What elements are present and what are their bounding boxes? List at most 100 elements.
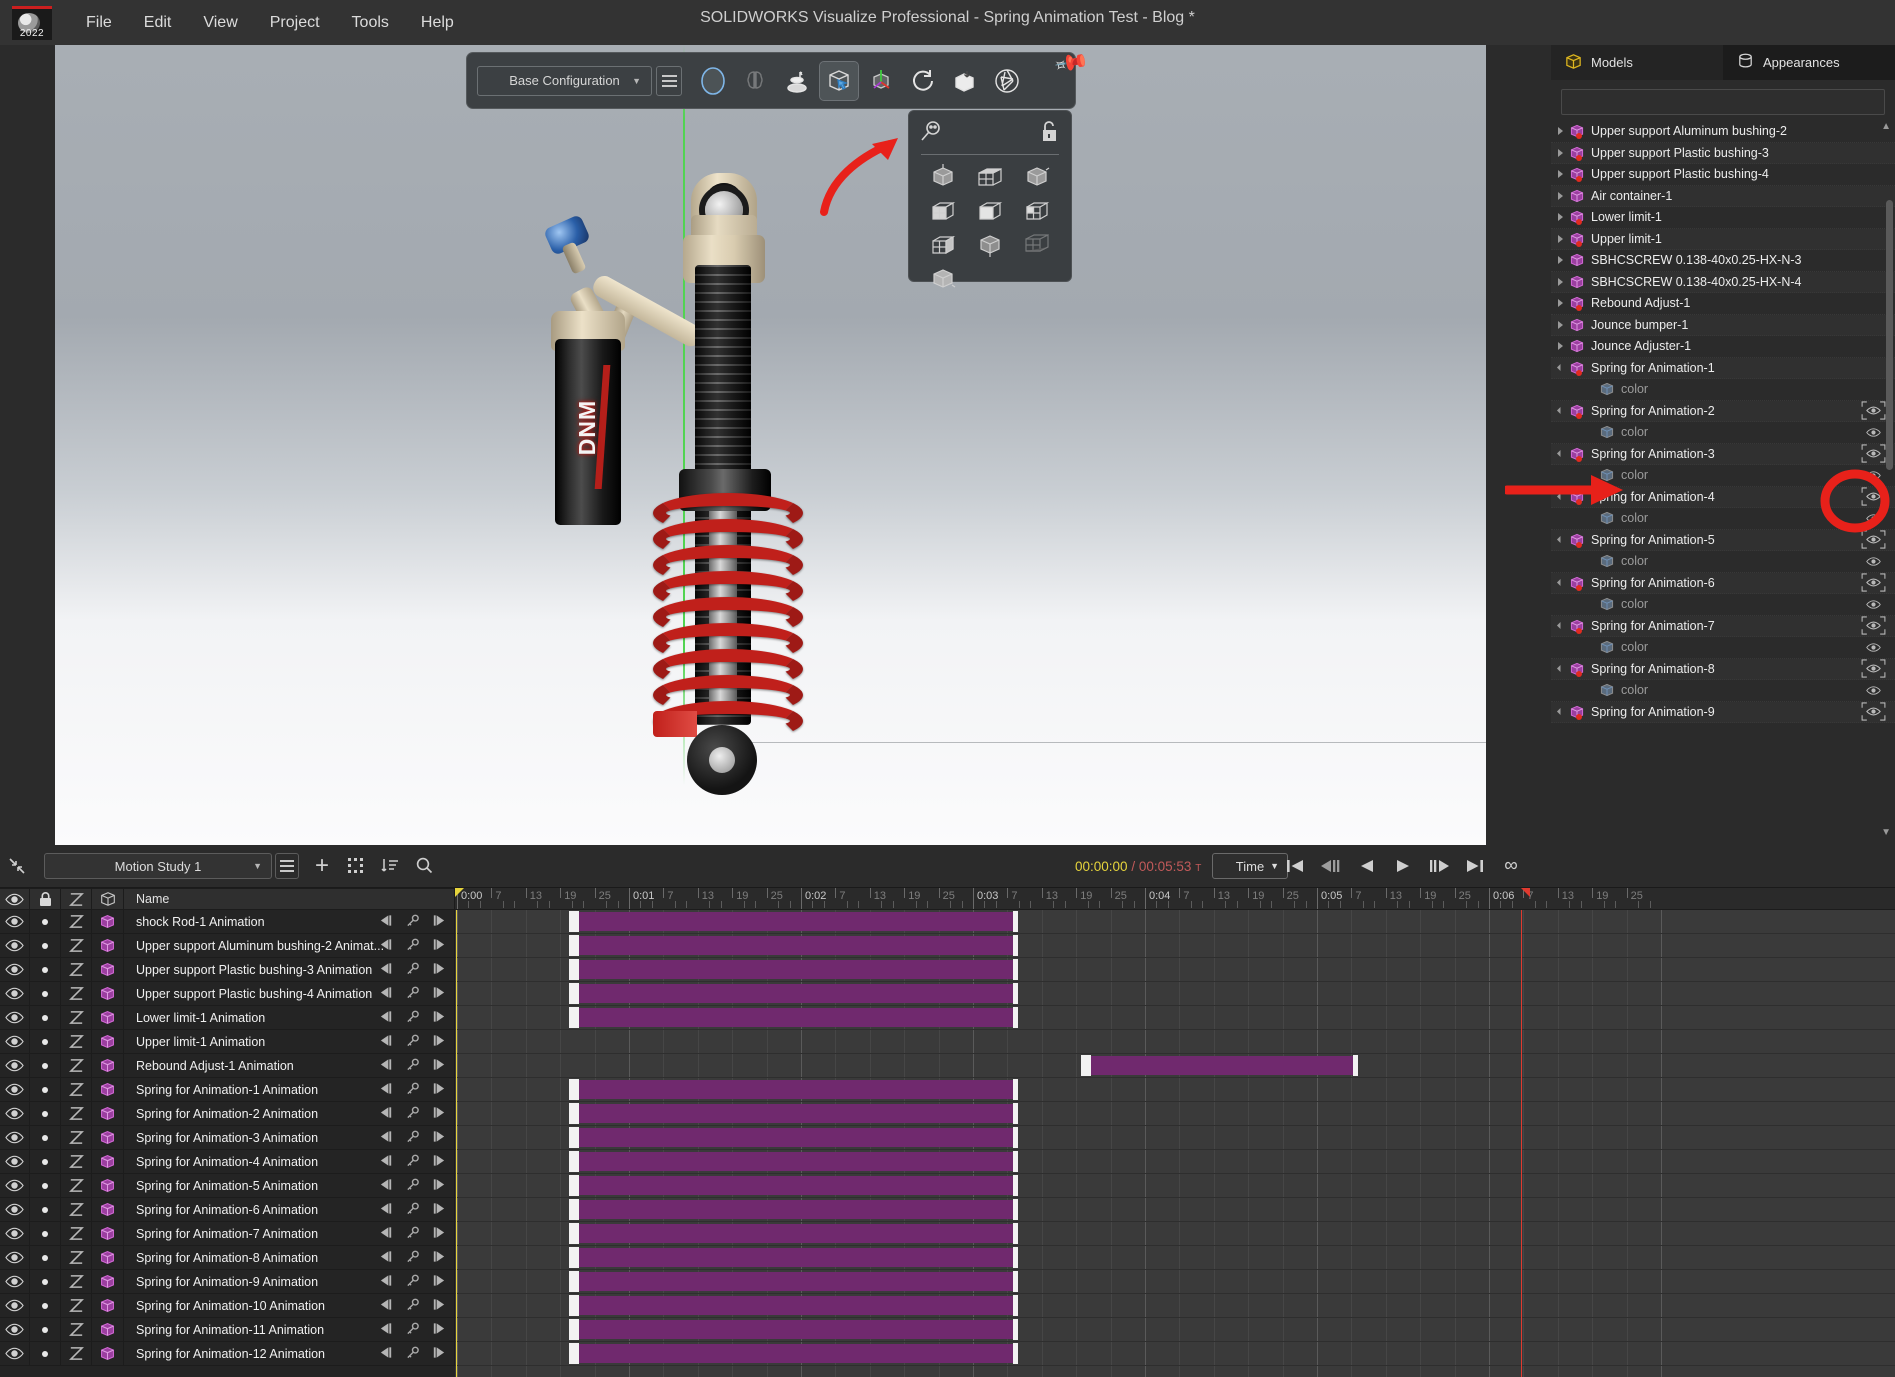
step-back-icon[interactable] [1314,852,1348,880]
track-visibility-icon[interactable] [0,1030,30,1054]
track-lock-dot[interactable] [30,934,61,958]
menu-edit[interactable]: Edit [128,8,188,38]
timeline-track[interactable] [455,1342,1895,1366]
configuration-select[interactable]: Base Configuration ▼ [477,66,652,96]
track-visibility-icon[interactable] [0,1246,30,1270]
grid-icon[interactable] [339,852,373,880]
track-geometry-icon[interactable] [92,1246,124,1270]
prev-keyframe-icon[interactable] [379,1154,394,1170]
keyframe-marker[interactable] [1013,1079,1018,1100]
tab-models[interactable]: Models [1551,45,1723,80]
scroll-down-icon[interactable]: ▼ [1881,827,1891,838]
track-geometry-icon[interactable] [92,1126,124,1150]
view-left-front-icon[interactable] [928,197,958,225]
tree-row[interactable]: Spring for Animation-6 [1551,573,1895,595]
animation-clip[interactable] [575,912,1015,931]
tree-row[interactable]: Spring for Animation-7 [1551,616,1895,638]
track-visibility-icon[interactable] [0,1294,30,1318]
view-top-icon[interactable] [928,163,958,191]
keyframe-marker[interactable] [1013,1271,1018,1292]
next-keyframe-icon[interactable] [431,1130,446,1146]
animation-clip[interactable] [575,1296,1015,1315]
tree-child-row[interactable]: color [1551,594,1895,616]
prev-keyframe-icon[interactable] [379,1226,394,1242]
keyframe-marker[interactable] [1013,959,1018,980]
keyframe-marker[interactable] [1013,1007,1018,1028]
scroll-up-icon[interactable]: ▲ [1881,121,1891,132]
view-bottom-right-icon[interactable] [928,265,958,293]
keyframe-marker[interactable] [1013,911,1018,932]
timeline-track[interactable] [455,1078,1895,1102]
track-visibility-icon[interactable] [0,1054,30,1078]
timeline-track[interactable] [455,1294,1895,1318]
animation-clip[interactable] [575,1128,1015,1147]
manipulator-axis-icon[interactable] [862,62,900,100]
next-keyframe-icon[interactable] [431,1226,446,1242]
prev-keyframe-icon[interactable] [379,1106,394,1122]
tree-expander[interactable] [1551,278,1569,286]
track-visibility-icon[interactable] [0,1102,30,1126]
column-geometry-icon[interactable] [92,888,124,910]
next-keyframe-icon[interactable] [431,1106,446,1122]
isolate-visibility-icon[interactable] [1861,401,1887,420]
animation-clip[interactable] [575,1080,1015,1099]
track-geometry-icon[interactable] [92,1030,124,1054]
tree-child-row[interactable]: color [1551,465,1895,487]
tree-expander[interactable] [1551,149,1569,157]
visibility-eye-icon[interactable] [1866,427,1881,438]
prev-keyframe-icon[interactable] [379,1010,394,1026]
tree-expander[interactable] [1551,451,1569,456]
keyframe-marker[interactable] [1013,1343,1018,1364]
turntable-icon[interactable] [778,62,816,100]
keyframe-marker[interactable] [1013,1175,1018,1196]
skip-to-start-icon[interactable] [1278,852,1312,880]
model-search-input[interactable] [1561,89,1885,115]
track-z-icon[interactable] [61,1102,92,1126]
next-keyframe-icon[interactable] [431,1274,446,1290]
tree-child-row[interactable]: color [1551,379,1895,401]
tree-row[interactable]: Spring for Animation-8 [1551,659,1895,681]
track-lock-dot[interactable] [30,982,61,1006]
add-keyframe-icon[interactable] [405,1130,420,1146]
tree-expander[interactable] [1551,192,1569,200]
track-z-icon[interactable] [61,1270,92,1294]
track-visibility-icon[interactable] [0,934,30,958]
add-keyframe-icon[interactable] [405,1202,420,1218]
track-geometry-icon[interactable] [92,1342,124,1366]
track-visibility-icon[interactable] [0,1342,30,1366]
timeline-track[interactable] [455,1030,1895,1054]
add-keyframe-icon[interactable] [405,1010,420,1026]
track-lock-dot[interactable] [30,1054,61,1078]
view-right-top-icon[interactable] [1022,163,1052,191]
tree-expander[interactable] [1551,537,1569,542]
isolate-visibility-icon[interactable] [1861,616,1887,635]
keyframe-marker[interactable] [1013,935,1018,956]
track-lock-dot[interactable] [30,1126,61,1150]
animation-clip[interactable] [575,1344,1015,1363]
menu-view[interactable]: View [187,8,253,38]
keyframe-marker[interactable] [574,1103,579,1124]
timeline-track[interactable] [455,1270,1895,1294]
keyframe-marker[interactable] [574,1271,579,1292]
keyframe-marker[interactable] [1013,983,1018,1004]
animation-clip[interactable] [575,1224,1015,1243]
tree-row[interactable]: Spring for Animation-2 [1551,401,1895,423]
track-row[interactable]: Lower limit-1 Animation [0,1006,455,1030]
tree-row[interactable]: Spring for Animation-1 [1551,358,1895,380]
tree-expander[interactable] [1551,299,1569,307]
tree-row[interactable]: Spring for Animation-3 [1551,444,1895,466]
tree-expander[interactable] [1551,365,1569,370]
view-left-icon[interactable] [928,231,958,259]
keyframe-marker[interactable] [574,983,579,1004]
import-cube-icon[interactable] [946,62,984,100]
aperture-icon[interactable] [988,62,1026,100]
prev-keyframe-icon[interactable] [379,1082,394,1098]
track-lock-dot[interactable] [30,1342,61,1366]
track-geometry-icon[interactable] [92,1054,124,1078]
track-z-icon[interactable] [61,1054,92,1078]
tree-expander[interactable] [1551,408,1569,413]
tree-child-row[interactable]: color [1551,422,1895,444]
track-geometry-icon[interactable] [92,1006,124,1030]
track-geometry-icon[interactable] [92,1294,124,1318]
track-row[interactable]: Upper support Aluminum bushing-2 Animat.… [0,934,455,958]
